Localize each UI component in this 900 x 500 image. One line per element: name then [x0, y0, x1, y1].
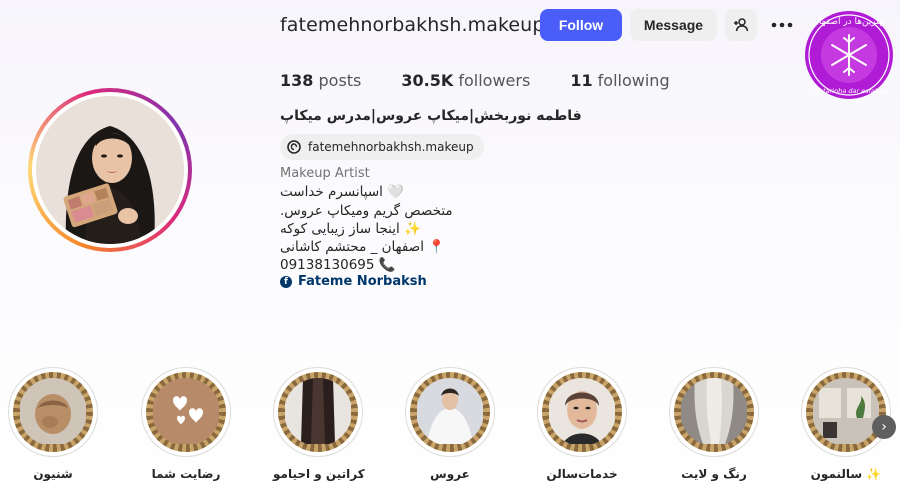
highlight-ring: [801, 367, 891, 457]
highlight-ring: [669, 367, 759, 457]
highlight-ring: [537, 367, 627, 457]
avatar-portrait: [36, 96, 184, 244]
highlight-cover-hair: [19, 378, 87, 446]
bio-line-4: اصفهان _ محتشم کاشانی 📍: [280, 239, 446, 255]
profile-category: Makeup Artist: [280, 166, 370, 181]
bio-line-1: اسپانسرم خداست 🤍: [280, 184, 405, 200]
highlight-label: سالنمون ✨: [810, 467, 882, 481]
highlight-item[interactable]: عروس: [405, 367, 495, 481]
highlight-cover-straight-hair: [284, 378, 352, 446]
highlight-ring: [405, 367, 495, 457]
followers-stat[interactable]: 30.5K followers: [401, 71, 530, 90]
highlight-cover-face: [548, 378, 616, 446]
facebook-icon: f: [280, 275, 292, 288]
highlight-label: عروس: [430, 467, 470, 481]
posts-count: 138: [280, 71, 314, 90]
following-stat[interactable]: 11 following: [570, 71, 669, 90]
facebook-link[interactable]: f Fateme Norbaksh: [280, 274, 427, 289]
posts-stat: 138 posts: [280, 71, 361, 90]
threads-handle: fatemehnorbakhsh.makeup: [308, 140, 474, 154]
watermark-logo: بهترین‌ها در اصفهان behtarinha dar esfah…: [802, 8, 896, 102]
highlight-item[interactable]: کراتین و احیامو: [273, 367, 365, 481]
watermark-text-top: بهترین‌ها در اصفهان: [812, 17, 885, 27]
highlight-cover-blonde: [680, 378, 748, 446]
highlights-next-button[interactable]: ›: [872, 415, 896, 439]
highlight-label: رنگ و لایت: [681, 467, 747, 481]
highlight-item[interactable]: خدمات‌سالن: [537, 367, 627, 481]
message-button[interactable]: Message: [630, 9, 717, 41]
highlight-ring: [273, 367, 363, 457]
threads-icon: [287, 140, 301, 154]
highlight-item[interactable]: شنیون: [8, 367, 98, 481]
snowflake-emblem: بهترین‌ها در اصفهان behtarinha dar esfah…: [805, 11, 893, 99]
highlight-ring: [8, 367, 98, 457]
add-person-icon: [734, 18, 749, 32]
followers-label: followers: [458, 71, 531, 90]
follow-button[interactable]: Follow: [540, 9, 622, 41]
highlight-cover-hearts: [152, 378, 220, 446]
posts-label: posts: [318, 71, 362, 90]
highlight-item[interactable]: رضایت شما: [141, 367, 231, 481]
highlight-label: شنیون: [33, 467, 73, 481]
highlight-item[interactable]: رنگ و لایت: [669, 367, 759, 481]
bio-line-2: .متخصص گریم ومیکاپ عروس: [280, 203, 453, 219]
highlight-label: خدمات‌سالن: [546, 467, 618, 481]
highlight-cover-salon: [812, 378, 880, 446]
avatar-border: [32, 92, 188, 248]
following-label: following: [597, 71, 670, 90]
bio-line-5: 09138130695 📞: [280, 257, 396, 273]
profile-username: fatemehnorbakhsh.makeup: [280, 14, 545, 36]
highlight-ring: [141, 367, 231, 457]
profile-picture-story-ring[interactable]: [28, 88, 192, 252]
facebook-link-label: Fateme Norbaksh: [298, 274, 427, 289]
highlight-cover-bride: [416, 378, 484, 446]
suggested-users-button[interactable]: [725, 9, 757, 41]
bio-line-3: اینجا ساز زیبایی کوکه ✨: [280, 221, 421, 237]
ellipsis-icon: [771, 22, 793, 28]
profile-stats: 138 posts 30.5K followers 11 following: [280, 71, 710, 90]
followers-count: 30.5K: [401, 71, 454, 90]
chevron-right-icon: ›: [881, 419, 887, 435]
more-options-button[interactable]: [768, 9, 796, 41]
avatar: [36, 96, 184, 244]
profile-full-name: فاطمه نوربخش|میکاپ عروس|مدرس میکاپ: [280, 108, 582, 124]
highlight-label: کراتین و احیامو: [273, 467, 365, 481]
threads-badge[interactable]: fatemehnorbakhsh.makeup: [280, 134, 484, 160]
highlight-label: رضایت شما: [151, 467, 221, 481]
following-count: 11: [570, 71, 593, 90]
watermark-text-bottom: behtarinha dar esfahan: [811, 87, 887, 95]
